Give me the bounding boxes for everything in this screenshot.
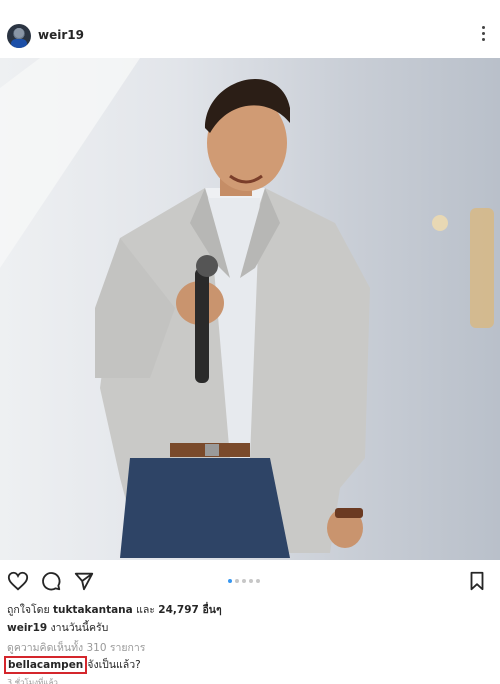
likes-line: ถูกใจโดย tuktakantana และ 24,797 อื่นๆ: [7, 601, 222, 618]
post-header: weir19: [0, 14, 500, 58]
more-vertical-icon[interactable]: [480, 26, 486, 46]
post-timestamp: 3 ชั่วโมงที่แล้ว: [7, 678, 58, 684]
likes-middle: และ: [132, 604, 159, 616]
view-comments-link[interactable]: ดูความคิดเห็นทั้ง 310 รายการ: [7, 639, 145, 656]
post-photo-image: [0, 58, 494, 558]
likes-user[interactable]: tuktakantana: [53, 604, 133, 616]
carousel-indicator: [228, 579, 260, 585]
post-photo[interactable]: [0, 58, 500, 560]
comment-text: จังเป็นแล้ว?: [87, 659, 141, 671]
comment-icon[interactable]: [40, 570, 62, 592]
likes-prefix: ถูกใจโดย: [7, 604, 53, 616]
avatar-image-icon: [11, 28, 27, 48]
header-username[interactable]: weir19: [38, 28, 84, 42]
heart-icon[interactable]: [7, 570, 29, 592]
carousel-dot: [249, 579, 253, 583]
caption-username[interactable]: weir19: [7, 622, 47, 634]
carousel-dot: [256, 579, 260, 583]
caption-line: weir19 งานวันนี้ครับ: [7, 619, 108, 636]
carousel-dot: [235, 579, 239, 583]
avatar[interactable]: [7, 24, 31, 48]
post-actions: [0, 562, 500, 596]
caption-text: งานวันนี้ครับ: [47, 622, 109, 634]
instagram-post: weir19 ถูกใจโดย tuktakantana และ 24,797 …: [0, 0, 500, 684]
bookmark-icon[interactable]: [466, 570, 488, 592]
comment-username[interactable]: bellacampen: [4, 656, 88, 674]
carousel-dot: [242, 579, 246, 583]
comment-line: bellacampen จังเป็นแล้ว?: [4, 656, 141, 674]
likes-suffix[interactable]: อื่นๆ: [199, 604, 221, 616]
share-icon[interactable]: [73, 570, 95, 592]
carousel-dot: [228, 579, 232, 583]
likes-count[interactable]: 24,797: [158, 604, 199, 616]
